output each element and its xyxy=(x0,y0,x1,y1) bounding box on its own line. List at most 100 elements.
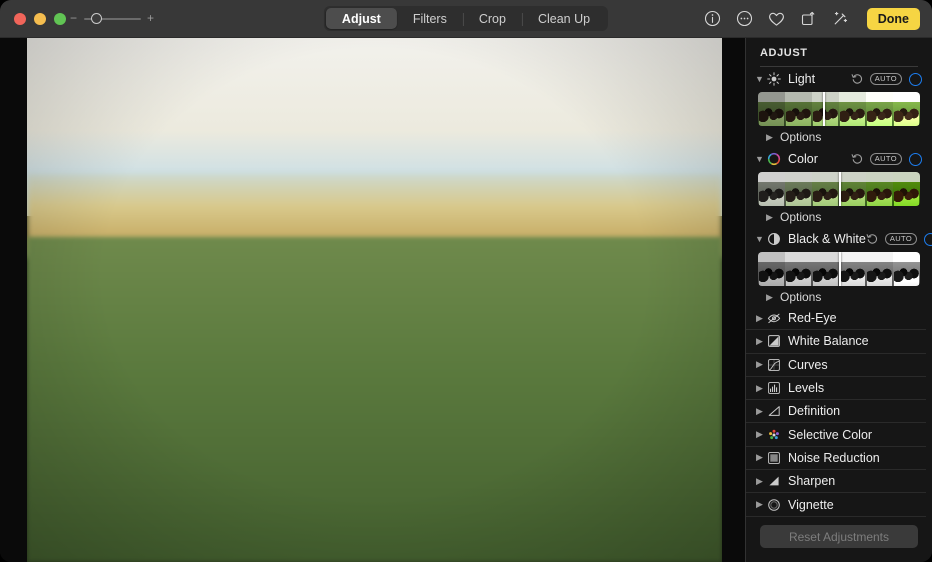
tab-clean-up[interactable]: Clean Up xyxy=(522,8,606,29)
section-vignette-label: Vignette xyxy=(788,498,916,512)
zoom-in-icon[interactable]: + xyxy=(147,11,154,25)
definition-icon xyxy=(766,403,782,419)
section-definition-label: Definition xyxy=(788,404,916,418)
section-selective-color-label: Selective Color xyxy=(788,428,916,442)
section-definition[interactable]: ▶ Definition xyxy=(746,400,926,423)
section-levels[interactable]: ▶ Levels xyxy=(746,377,926,400)
reset-light-icon[interactable] xyxy=(851,73,864,86)
chevron-right-icon[interactable]: ▶ xyxy=(754,453,765,462)
light-options-label: Options xyxy=(780,130,821,144)
photo-canvas-area[interactable] xyxy=(0,38,745,562)
chevron-right-icon[interactable]: ▶ xyxy=(754,314,765,323)
brightness-sun-icon xyxy=(766,71,782,87)
light-options-row[interactable]: ▶ Options xyxy=(746,127,932,147)
close-window-button[interactable] xyxy=(14,13,26,25)
maximize-window-button[interactable] xyxy=(54,13,66,25)
chevron-down-icon[interactable]: ▼ xyxy=(754,235,765,244)
section-white-balance[interactable]: ▶ White Balance xyxy=(746,330,926,353)
toggle-color-button[interactable] xyxy=(909,153,922,166)
red-eye-icon xyxy=(766,310,782,326)
vignette-icon xyxy=(766,497,782,513)
chevron-right-icon[interactable]: ▶ xyxy=(754,360,765,369)
section-curves[interactable]: ▶ Curves xyxy=(746,354,926,377)
black-and-white-options-label: Options xyxy=(780,290,821,304)
auto-light-button[interactable]: AUTO xyxy=(870,73,902,86)
rotate-icon[interactable] xyxy=(800,10,818,28)
black-and-white-filmstrip-indicator[interactable] xyxy=(839,252,841,286)
section-noise-reduction[interactable]: ▶ Noise Reduction xyxy=(746,447,926,470)
sharpen-icon xyxy=(766,473,782,489)
chevron-down-icon[interactable]: ▼ xyxy=(754,155,765,164)
chevron-right-icon[interactable]: ▶ xyxy=(754,477,765,486)
section-color-header[interactable]: ▼ Color xyxy=(746,147,932,171)
section-noise-reduction-label: Noise Reduction xyxy=(788,451,916,465)
black-and-white-options-row[interactable]: ▶ Options xyxy=(746,287,932,307)
auto-color-button[interactable]: AUTO xyxy=(870,153,902,166)
section-red-eye[interactable]: ▶ Red-Eye xyxy=(746,307,926,330)
section-black-and-white-header[interactable]: ▼ Black & White AUTO xyxy=(746,227,932,251)
tab-filters[interactable]: Filters xyxy=(397,8,463,29)
section-curves-label: Curves xyxy=(788,358,916,372)
minimize-window-button[interactable] xyxy=(34,13,46,25)
color-filmstrip-slider[interactable] xyxy=(758,172,920,206)
editor-content: ADJUST ▼ Light xyxy=(0,38,932,562)
chevron-right-icon[interactable]: ▶ xyxy=(754,430,765,439)
favorite-heart-icon[interactable] xyxy=(768,10,786,28)
edit-mode-segmented-control[interactable]: Adjust Filters Crop Clean Up xyxy=(324,6,608,31)
light-filmstrip-slider[interactable] xyxy=(758,92,920,126)
color-wheel-icon xyxy=(766,151,782,167)
toolbar-right: Done xyxy=(704,6,920,31)
tab-adjust[interactable]: Adjust xyxy=(326,8,397,29)
black-white-circle-icon xyxy=(766,231,782,247)
traffic-lights xyxy=(14,13,66,25)
section-color: ▼ Color xyxy=(746,147,932,227)
window-titlebar: − + Adjust Filters Crop Clean Up xyxy=(0,0,932,38)
section-light: ▼ Light AUTO xyxy=(746,67,932,147)
noise-reduction-icon xyxy=(766,450,782,466)
section-selective-color[interactable]: ▶ Selective Color xyxy=(746,423,926,446)
toggle-light-button[interactable] xyxy=(909,73,922,86)
section-sharpen[interactable]: ▶ Sharpen xyxy=(746,470,926,493)
selective-color-icon xyxy=(766,427,782,443)
section-color-label: Color xyxy=(788,152,851,166)
section-white-balance-label: White Balance xyxy=(788,334,916,348)
reset-color-icon[interactable] xyxy=(851,153,864,166)
color-filmstrip-indicator[interactable] xyxy=(839,172,841,206)
chevron-down-icon[interactable]: ▼ xyxy=(754,75,765,84)
adjust-sidebar: ADJUST ▼ Light xyxy=(745,38,932,562)
levels-icon xyxy=(766,380,782,396)
section-red-eye-label: Red-Eye xyxy=(788,311,916,325)
photo-image[interactable] xyxy=(27,38,722,562)
chevron-right-icon[interactable]: ▶ xyxy=(766,133,776,142)
collapsed-adjustment-list: ▶ Red-Eye ▶ xyxy=(746,307,926,517)
toggle-black-and-white-button[interactable] xyxy=(924,233,932,246)
auto-enhance-wand-icon[interactable] xyxy=(832,10,850,28)
black-and-white-filmstrip-slider[interactable] xyxy=(758,252,920,286)
section-levels-label: Levels xyxy=(788,381,916,395)
section-light-label: Light xyxy=(788,72,851,86)
reset-black-and-white-icon[interactable] xyxy=(866,233,879,246)
chevron-right-icon[interactable]: ▶ xyxy=(766,293,776,302)
done-button[interactable]: Done xyxy=(867,8,920,30)
chevron-right-icon[interactable]: ▶ xyxy=(766,213,776,222)
chevron-right-icon[interactable]: ▶ xyxy=(754,407,765,416)
curves-icon xyxy=(766,357,782,373)
chevron-right-icon[interactable]: ▶ xyxy=(754,500,765,509)
reset-adjustments-button[interactable]: Reset Adjustments xyxy=(760,525,918,548)
more-options-icon[interactable] xyxy=(736,10,754,28)
auto-black-and-white-button[interactable]: AUTO xyxy=(885,233,917,246)
zoom-out-icon[interactable]: − xyxy=(70,11,77,25)
sidebar-header-title: ADJUST xyxy=(760,47,918,59)
color-options-label: Options xyxy=(780,210,821,224)
photos-editor-window: − + Adjust Filters Crop Clean Up xyxy=(0,0,932,562)
section-light-header[interactable]: ▼ Light AUTO xyxy=(746,67,932,91)
zoom-slider-knob[interactable] xyxy=(91,13,102,24)
section-vignette[interactable]: ▶ Vignette xyxy=(746,493,926,516)
info-icon[interactable] xyxy=(704,10,722,28)
light-filmstrip-indicator[interactable] xyxy=(823,92,825,126)
zoom-slider[interactable]: − + xyxy=(70,12,154,26)
chevron-right-icon[interactable]: ▶ xyxy=(754,384,765,393)
tab-crop[interactable]: Crop xyxy=(463,8,522,29)
chevron-right-icon[interactable]: ▶ xyxy=(754,337,765,346)
color-options-row[interactable]: ▶ Options xyxy=(746,207,932,227)
